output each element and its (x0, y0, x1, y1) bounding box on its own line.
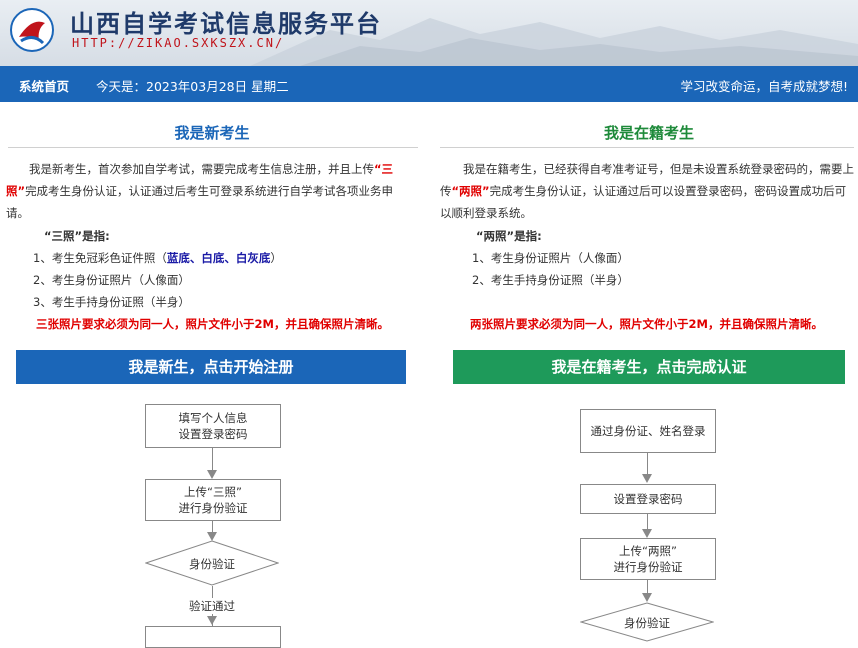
req-colors: 蓝底、白底、白灰底 (166, 251, 271, 265)
divider (440, 147, 854, 148)
arrow-down-icon (207, 616, 217, 625)
site-logo-icon (10, 8, 54, 52)
flow-line (647, 513, 648, 529)
flow-verify-label: 身份验证 (624, 616, 670, 630)
intro-part: 我是新考生，首次参加自学考试，需要完成考生信息注册，并且上传 (29, 162, 374, 176)
section-title-enrolled: 我是在籍考生 (603, 124, 694, 142)
site-url: HTTP://ZIKAO.SXKSZX.CN/ (72, 36, 285, 50)
certify-button[interactable]: 我是在籍考生，点击完成认证 (453, 350, 845, 384)
photo-warning: 两张照片要求必须为同一人，照片文件小于2M，并且确保照片清晰。 (470, 317, 823, 331)
three-photos-label: “三照”是指: (44, 229, 110, 243)
arrow-down-icon (642, 474, 652, 483)
flow-step-next (145, 626, 281, 648)
section-title-new: 我是新考生 (174, 124, 250, 142)
requirement-2: 2、考生身份证照片（人像面） (33, 273, 190, 287)
flow-text: 进行身份验证 (178, 501, 248, 515)
slogan: 学习改变命运，自考成就梦想! (680, 79, 848, 94)
intro-part: 完成考生身份认证，认证通过后考生可登录系统进行自学考试各项业务申请。 (6, 184, 394, 220)
intro-highlight: “两照” (451, 184, 490, 198)
top-navbar: 系统首页 今天是：2023年03月28日 星期二 学习改变命运，自考成就梦想! (0, 66, 858, 102)
site-header: 山西自学考试信息服务平台 HTTP://ZIKAO.SXKSZX.CN/ (0, 0, 858, 66)
flow-line (212, 520, 213, 532)
nav-home-link[interactable]: 系统首页 (19, 76, 69, 95)
arrow-down-icon (642, 529, 652, 538)
flow-step-login: 通过身份证、姓名登录 (580, 409, 716, 453)
arrow-down-icon (207, 470, 217, 479)
flow-step-upload: 上传“两照” 进行身份验证 (580, 538, 716, 580)
two-photos-label: “两照”是指: (476, 229, 542, 243)
flow-step-fill-info: 填写个人信息 设置登录密码 (145, 404, 281, 448)
flow-line (647, 579, 648, 593)
requirement-3: 3、考生手持身份证照（半身） (33, 295, 190, 309)
flow-verify-label: 身份验证 (189, 557, 235, 571)
flow-text: 上传“三照” (184, 485, 242, 499)
intro-text-enrolled: 我是在籍考生，已经获得自考准考证号，但是未设置系统登录密码的，需要上传“两照”完… (440, 158, 854, 224)
flow-text: 填写个人信息 (178, 411, 248, 425)
flow-text: 设置登录密码 (178, 427, 248, 441)
flow-passed-label: 验证通过 (172, 598, 252, 614)
req-text: ） (270, 251, 282, 265)
requirement-1: 1、考生身份证照片（人像面） (472, 251, 629, 265)
requirement-2: 2、考生手持身份证照（半身） (472, 273, 629, 287)
flow-text: 进行身份验证 (613, 560, 683, 574)
flow-step-set-password: 设置登录密码 (580, 484, 716, 514)
req-text: 1、考生免冠彩色证件照（ (33, 251, 167, 265)
current-date: 今天是：2023年03月28日 星期二 (96, 79, 289, 94)
photo-warning: 三张照片要求必须为同一人，照片文件小于2M，并且确保照片清晰。 (36, 317, 389, 331)
site-title: 山西自学考试信息服务平台 (70, 10, 382, 38)
flow-step-upload: 上传“三照” 进行身份验证 (145, 479, 281, 521)
arrow-down-icon (642, 593, 652, 602)
flow-line (212, 447, 213, 470)
new-candidate-section: 我是新考生 我是新考生，首次参加自学考试，需要完成考生信息注册，并且上传“三照”… (0, 102, 424, 648)
register-button[interactable]: 我是新生，点击开始注册 (16, 350, 406, 384)
enrolled-candidate-section: 我是在籍考生 我是在籍考生，已经获得自考准考证号，但是未设置系统登录密码的，需要… (440, 102, 858, 642)
flow-line (647, 452, 648, 474)
divider (8, 147, 418, 148)
requirement-1: 1、考生免冠彩色证件照（蓝底、白底、白灰底） (33, 250, 282, 266)
flow-text: 上传“两照” (619, 544, 677, 558)
intro-part: 完成考生身份认证，认证通过后可以设置登录密码，密码设置成功后可以顺利登录系统。 (440, 184, 847, 220)
intro-text-new: 我是新考生，首次参加自学考试，需要完成考生信息注册，并且上传“三照”完成考生身份… (6, 158, 414, 224)
